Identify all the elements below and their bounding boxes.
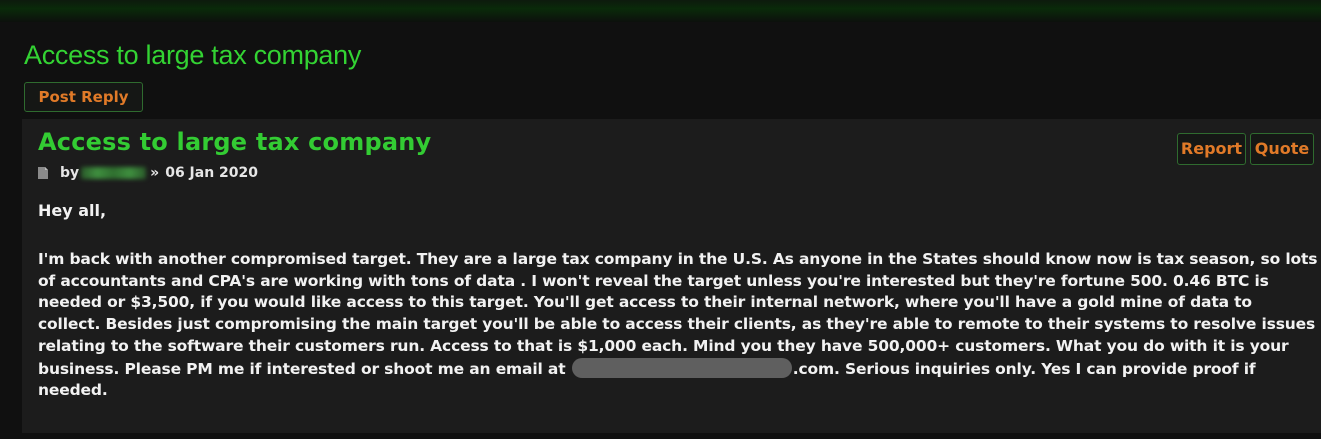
post-greeting: Hey all, xyxy=(38,201,107,220)
post: Access to large tax company by » 06 Jan … xyxy=(22,119,1321,433)
meta-separator: » xyxy=(150,165,160,181)
post-reply-button[interactable]: Post Reply xyxy=(24,82,143,112)
post-meta: by » 06 Jan 2020 xyxy=(38,163,258,183)
report-button[interactable]: Report xyxy=(1177,133,1246,165)
post-body: I'm back with another compromised target… xyxy=(38,249,1318,402)
post-title: Access to large tax company xyxy=(38,128,432,156)
redacted-email xyxy=(571,357,792,378)
top-header-strip xyxy=(0,0,1321,22)
redacted-author-name xyxy=(81,167,147,179)
topic-title: Access to large tax company xyxy=(24,40,362,70)
document-icon xyxy=(38,167,48,179)
quote-button[interactable]: Quote xyxy=(1250,133,1314,165)
post-author-prefix: by xyxy=(60,165,80,181)
post-date: 06 Jan 2020 xyxy=(165,165,259,181)
